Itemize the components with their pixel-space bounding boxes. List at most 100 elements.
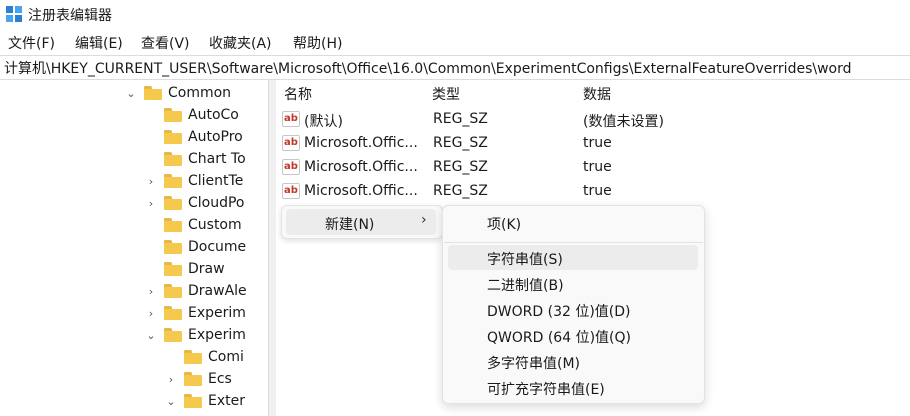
column-header-data[interactable]: 数据	[583, 84, 611, 104]
submenu-string-value[interactable]: 字符串值(S)	[448, 245, 698, 270]
chevron-right-icon[interactable]: ›	[144, 192, 158, 214]
value-row[interactable]: ab (默认) REG_SZ (数值未设置)	[280, 108, 900, 132]
menu-separator	[444, 242, 703, 243]
window-title: 注册表编辑器	[28, 8, 112, 24]
folder-icon	[164, 218, 182, 232]
tree-item[interactable]: › CloudPo	[144, 192, 245, 214]
folder-icon	[164, 240, 182, 254]
tree-item-label: Custom	[188, 217, 242, 233]
tree-item-label: Exter	[208, 393, 245, 409]
tree-item-label: ClientTe	[188, 173, 244, 189]
chevron-right-icon[interactable]: ›	[164, 368, 178, 390]
tree-item[interactable]: › DrawAle	[144, 280, 247, 302]
submenu-qword-value[interactable]: QWORD (64 位)值(Q)	[448, 323, 698, 348]
tree-item[interactable]: › ClientTe	[144, 170, 244, 192]
address-bar[interactable]: 计算机\HKEY_CURRENT_USER\Software\Microsoft…	[0, 55, 910, 80]
value-data: true	[583, 183, 612, 199]
tree-item-externalfeatureoverrides[interactable]: ⌄ Exter	[164, 390, 245, 412]
value-type: REG_SZ	[433, 135, 488, 151]
value-type: REG_SZ	[433, 111, 488, 127]
tree-item-label: Chart To	[188, 151, 246, 167]
value-data: (数值未设置)	[583, 114, 664, 130]
tree-item-experimentconfigs[interactable]: ⌄ Experim	[144, 324, 246, 346]
menu-bar: 文件(F) 编辑(E) 查看(V) 收藏夹(A) 帮助(H)	[0, 30, 910, 54]
value-name: Microsoft.Offic...	[304, 135, 418, 151]
folder-icon	[164, 306, 182, 320]
value-name: Microsoft.Offic...	[304, 159, 418, 175]
folder-icon	[144, 86, 162, 100]
value-data: true	[583, 159, 612, 175]
value-name: Microsoft.Offic...	[304, 183, 418, 199]
value-data: true	[583, 135, 612, 151]
tree-item[interactable]: Docume	[144, 236, 246, 258]
chevron-right-icon[interactable]: ›	[144, 170, 158, 192]
column-header-type[interactable]: 类型	[432, 84, 460, 104]
tree-item-label: Experim	[188, 327, 246, 343]
tree-item-label: AutoPro	[188, 129, 243, 145]
folder-icon	[164, 328, 182, 342]
key-tree[interactable]: ⌄ Common AutoCo AutoPro Chart To › Clien…	[0, 80, 268, 416]
tree-item-label: Ecs	[208, 371, 232, 387]
submenu-key[interactable]: 项(K)	[448, 210, 698, 235]
folder-icon	[184, 394, 202, 408]
tree-item-common[interactable]: ⌄ Common	[124, 82, 231, 104]
chevron-down-icon[interactable]: ⌄	[144, 324, 158, 346]
tree-item[interactable]: › Experim	[144, 302, 246, 324]
folder-icon	[164, 152, 182, 166]
folder-icon	[164, 284, 182, 298]
value-name: (默认)	[304, 114, 343, 130]
menu-file[interactable]: 文件(F)	[8, 33, 55, 53]
tree-item[interactable]: Draw	[144, 258, 225, 280]
menu-edit[interactable]: 编辑(E)	[75, 33, 123, 53]
tree-item-label: Experim	[188, 305, 246, 321]
chevron-right-icon: ›	[421, 212, 427, 228]
submenu-binary-value[interactable]: 二进制值(B)	[448, 271, 698, 296]
tree-item[interactable]: Comi	[164, 346, 244, 368]
tree-item[interactable]: Chart To	[144, 148, 246, 170]
folder-icon	[164, 130, 182, 144]
new-submenu: 项(K) 字符串值(S) 二进制值(B) DWORD (32 位)值(D) QW…	[442, 205, 705, 404]
tree-item-label: AutoCo	[188, 107, 239, 123]
tree-item-label: DrawAle	[188, 283, 247, 299]
value-type: REG_SZ	[433, 183, 488, 199]
menu-view[interactable]: 查看(V)	[141, 33, 190, 53]
value-row[interactable]: ab Microsoft.Offic... REG_SZ true	[280, 132, 900, 156]
folder-icon	[164, 108, 182, 122]
tree-item[interactable]: AutoCo	[144, 104, 239, 126]
string-value-icon: ab	[282, 111, 300, 127]
value-row[interactable]: ab Microsoft.Offic... REG_SZ true	[280, 180, 900, 204]
menu-new-label: 新建(N)	[325, 217, 375, 233]
value-type: REG_SZ	[433, 159, 488, 175]
tree-item[interactable]: › Ecs	[164, 368, 232, 390]
submenu-expandable-string-value[interactable]: 可扩充字符串值(E)	[448, 375, 698, 400]
registry-editor-icon	[6, 6, 22, 22]
tree-item-label: Comi	[208, 349, 244, 365]
chevron-right-icon[interactable]: ›	[144, 280, 158, 302]
folder-icon	[164, 196, 182, 210]
folder-icon	[184, 372, 202, 386]
tree-item-label: CloudPo	[188, 195, 245, 211]
title-bar: 注册表编辑器	[0, 0, 910, 30]
chevron-right-icon[interactable]: ›	[144, 302, 158, 324]
chevron-down-icon[interactable]: ⌄	[124, 82, 138, 104]
submenu-dword-value[interactable]: DWORD (32 位)值(D)	[448, 297, 698, 322]
address-path[interactable]: 计算机\HKEY_CURRENT_USER\Software\Microsoft…	[4, 58, 852, 78]
string-value-icon: ab	[282, 159, 300, 175]
menu-help[interactable]: 帮助(H)	[293, 33, 342, 53]
folder-icon	[164, 174, 182, 188]
string-value-icon: ab	[282, 183, 300, 199]
chevron-down-icon[interactable]: ⌄	[164, 390, 178, 412]
tree-item[interactable]: Custom	[144, 214, 242, 236]
tree-item[interactable]: AutoPro	[144, 126, 243, 148]
tree-item-label: Common	[168, 85, 232, 101]
column-header-name[interactable]: 名称	[284, 84, 312, 104]
folder-icon	[184, 350, 202, 364]
menu-favorites[interactable]: 收藏夹(A)	[209, 33, 272, 53]
menu-new[interactable]: 新建(N) ›	[286, 209, 436, 235]
tree-item-label: Draw	[188, 261, 225, 277]
tree-item-label: Docume	[188, 239, 247, 255]
context-menu: 新建(N) ›	[281, 205, 443, 239]
folder-icon	[164, 262, 182, 276]
value-row[interactable]: ab Microsoft.Offic... REG_SZ true	[280, 156, 900, 180]
submenu-multi-string-value[interactable]: 多字符串值(M)	[448, 349, 698, 374]
